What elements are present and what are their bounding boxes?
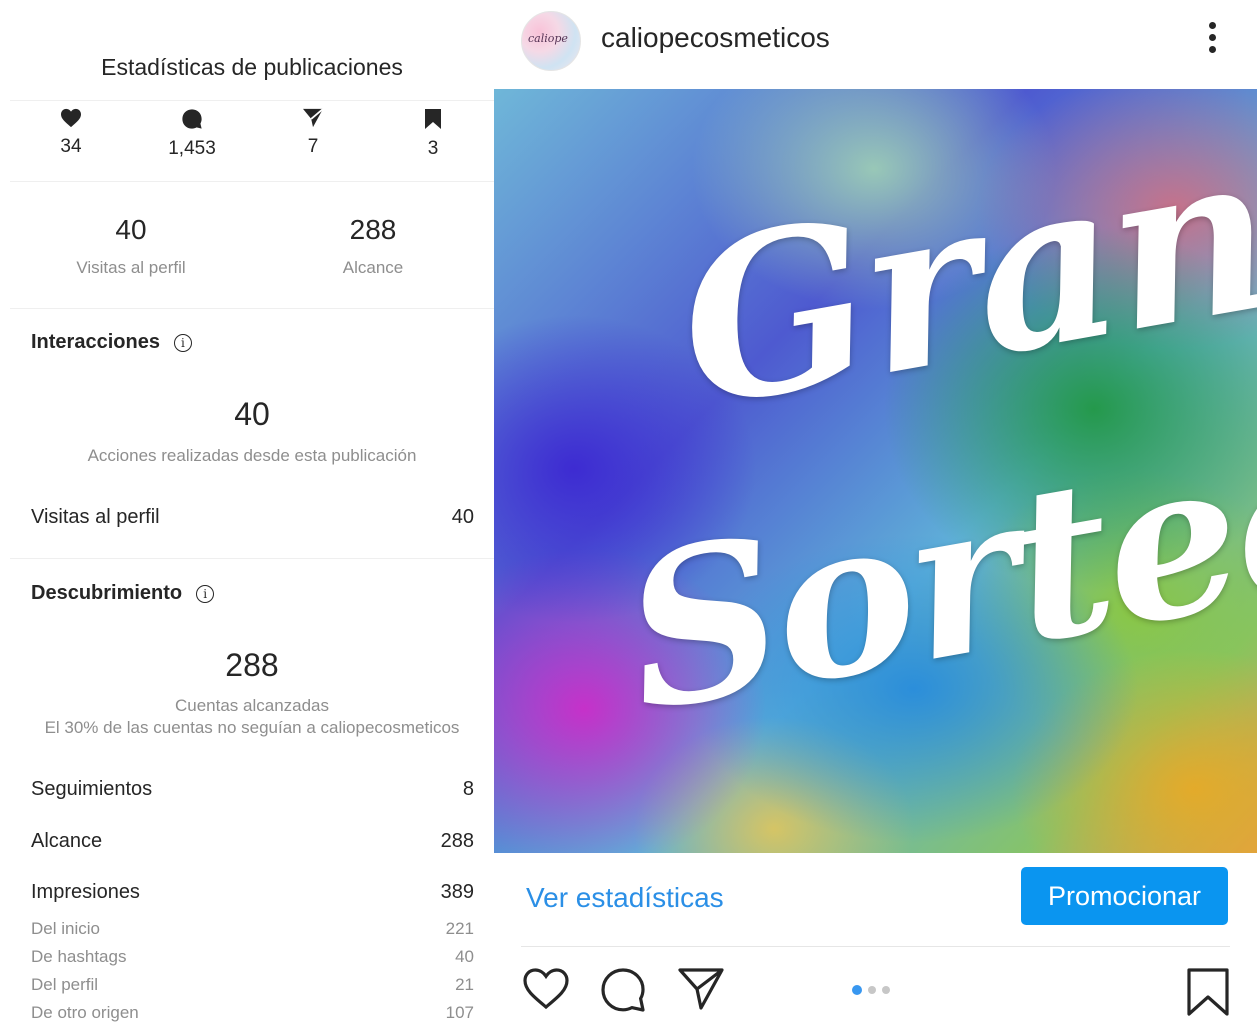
discovery-heading: Descubrimiento i	[31, 582, 215, 605]
row-value: 288	[440, 830, 474, 852]
carousel-dot	[882, 986, 890, 994]
saves-stat: 3	[393, 108, 473, 160]
discovery-row-follows: Seguimientos 8	[31, 778, 474, 801]
comment-icon[interactable]	[600, 967, 646, 1013]
discovery-row-impressions: Impresiones 389	[31, 881, 474, 904]
carousel-dot	[868, 986, 876, 994]
avatar[interactable]: caliope	[521, 11, 581, 71]
row-value: 107	[445, 1003, 474, 1022]
shares-count: 7	[307, 136, 319, 157]
reach-summary: 288 Alcance	[273, 214, 473, 278]
page-title: Estadísticas de publicaciones	[101, 54, 403, 80]
interactions-heading: Interacciones i	[31, 331, 192, 354]
post-image[interactable]: Gran Sorteo	[494, 89, 1257, 853]
view-insights-link[interactable]: Ver estadísticas	[526, 882, 724, 914]
like-icon[interactable]	[522, 967, 570, 1011]
impressions-source-other: De otro origen 107	[31, 1003, 474, 1023]
row-value: 21	[455, 975, 474, 994]
interactions-total: 40	[234, 396, 270, 432]
carousel-indicator	[852, 985, 890, 995]
discovery-row-reach: Alcance 288	[31, 830, 474, 853]
row-label: De hashtags	[31, 947, 127, 966]
saves-count: 3	[427, 138, 439, 159]
likes-stat: 34	[31, 108, 111, 158]
share-icon	[303, 108, 324, 128]
promote-button[interactable]: Promocionar	[1021, 867, 1228, 925]
info-icon[interactable]: i	[173, 333, 192, 352]
discovery-title: Descubrimiento	[31, 582, 183, 604]
discovery-total: 288	[225, 647, 279, 683]
avatar-logo-text: caliope	[528, 32, 568, 45]
interactions-title: Interacciones	[31, 331, 160, 353]
discovery-subcaption: El 30% de las cuentas no seguían a calio…	[44, 718, 460, 737]
interactions-row-profile-visits: Visitas al perfil 40	[31, 506, 474, 529]
carousel-dot-active	[852, 985, 862, 995]
comments-count: 1,453	[168, 138, 216, 159]
row-label: Del perfil	[31, 975, 99, 994]
bookmark-icon	[425, 109, 441, 129]
share-icon[interactable]	[677, 967, 725, 1011]
heart-icon	[61, 108, 81, 128]
profile-visits-label: Visitas al perfil	[76, 258, 186, 277]
divider	[521, 946, 1230, 947]
row-value: 8	[462, 778, 474, 800]
reach-value: 288	[349, 214, 397, 245]
row-label: Del inicio	[31, 919, 100, 938]
reach-label: Alcance	[342, 258, 404, 277]
divider	[10, 100, 494, 101]
comment-icon	[182, 109, 202, 129]
save-icon[interactable]	[1186, 967, 1230, 1017]
divider	[10, 181, 494, 182]
shares-stat: 7	[273, 108, 353, 158]
profile-visits-summary: 40 Visitas al perfil	[31, 214, 231, 278]
info-icon[interactable]: i	[196, 584, 215, 603]
post-username[interactable]: caliopecosmeticos	[601, 22, 830, 54]
post-view: caliope caliopecosmeticos Gran Sorteo Ve…	[494, 0, 1257, 1024]
row-label: Visitas al perfil	[31, 506, 160, 528]
row-value: 221	[445, 919, 474, 938]
interactions-caption: Acciones realizadas desde esta publicaci…	[87, 446, 417, 465]
impressions-source-profile: Del perfil 21	[31, 975, 474, 995]
row-label: Seguimientos	[31, 778, 153, 800]
insights-panel: Estadísticas de publicaciones 34 1,453 7…	[0, 0, 494, 1024]
discovery-caption: Cuentas alcanzadas	[174, 696, 330, 715]
row-label: Impresiones	[31, 881, 140, 903]
row-value: 40	[455, 947, 474, 966]
row-label: De otro origen	[31, 1003, 139, 1022]
image-text-line1: Gran	[660, 99, 1257, 458]
likes-count: 34	[60, 136, 82, 157]
more-options-icon[interactable]	[1202, 22, 1222, 58]
impressions-source-home: Del inicio 221	[31, 919, 474, 939]
comments-stat: 1,453	[152, 108, 232, 160]
profile-visits-value: 40	[115, 214, 147, 245]
row-value: 389	[440, 881, 474, 903]
divider	[10, 308, 494, 309]
row-label: Alcance	[31, 830, 103, 852]
impressions-source-hashtags: De hashtags 40	[31, 947, 474, 967]
divider	[10, 558, 494, 559]
row-value: 40	[451, 506, 474, 528]
